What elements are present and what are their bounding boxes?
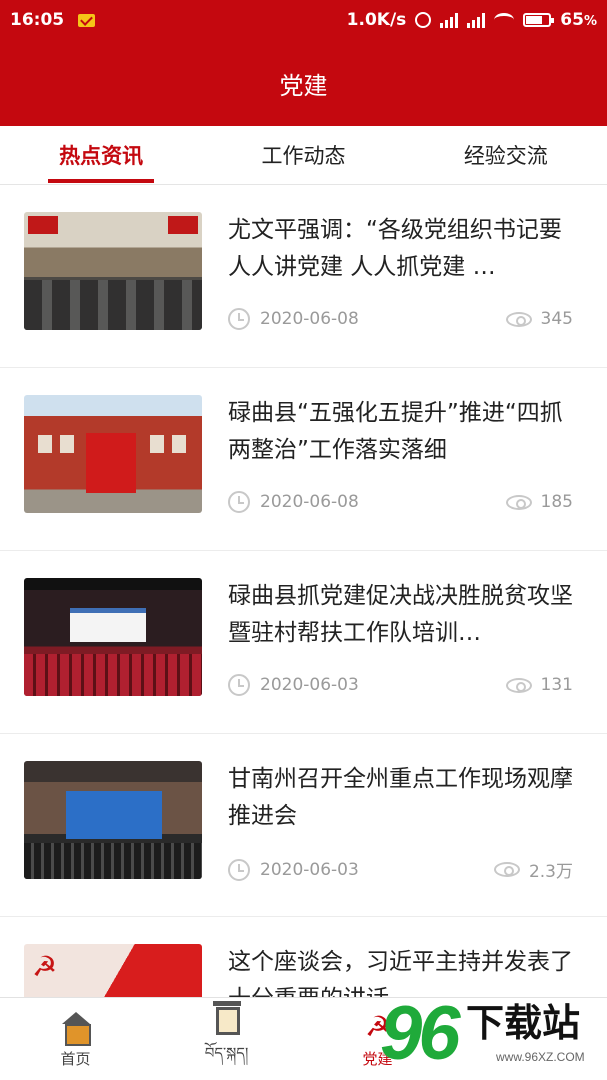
news-views: 185	[505, 492, 573, 512]
news-meta: 2020-06-03 131	[228, 674, 583, 696]
battery-icon	[523, 13, 555, 27]
news-item[interactable]: 碌曲县抓党建促决战决胜脱贫攻坚暨驻村帮扶工作队培训… 2020-06-03 13…	[0, 551, 607, 734]
eye-icon	[505, 311, 532, 327]
category-tabs: 热点资讯 工作动态 经验交流	[0, 126, 607, 185]
bottom-nav: 首页 བོད་སྐད། ☭ 党建	[0, 997, 607, 1080]
status-bar: 16:05 1.0K/s 65%	[0, 0, 607, 40]
view-count: 131	[540, 675, 573, 695]
news-date: 2020-06-08	[260, 309, 359, 329]
news-thumbnail	[24, 395, 202, 513]
tab-hot-news[interactable]: 热点资讯	[0, 126, 202, 184]
signal-icon	[440, 12, 459, 28]
nav-home[interactable]: 首页	[0, 998, 151, 1080]
news-title: 尤文平强调：“各级党组织书记要人人讲党建 人人抓党建 …	[228, 217, 562, 280]
nav-label: 党建	[362, 1049, 393, 1068]
news-meta: 2020-06-03 2.3万	[228, 857, 583, 882]
nav-label: 首页	[60, 1049, 91, 1068]
news-views: 345	[505, 309, 573, 329]
news-views: 2.3万	[493, 857, 573, 882]
clock-icon	[228, 858, 250, 881]
news-item[interactable]: 尤文平强调：“各级党组织书记要人人讲党建 人人抓党建 … 2020-06-08 …	[0, 185, 607, 368]
news-thumbnail	[24, 212, 202, 330]
tab-experience[interactable]: 经验交流	[405, 126, 607, 184]
news-title: 甘南州召开全州重点工作现场观摩推进会	[228, 766, 573, 829]
nav-label: བོད་སྐད།	[204, 1044, 249, 1062]
news-meta: 2020-06-08 345	[228, 308, 583, 330]
news-date: 2020-06-08	[260, 492, 359, 512]
view-count: 345	[540, 309, 573, 329]
status-indicators: 1.0K/s 65%	[347, 10, 597, 30]
clock-icon	[228, 308, 250, 330]
mail-notification-icon	[78, 13, 96, 27]
news-date: 2020-06-03	[260, 859, 359, 880]
eye-icon	[505, 677, 532, 693]
news-meta: 2020-06-08 185	[228, 491, 583, 513]
home-icon	[59, 1010, 93, 1046]
view-count: 2.3万	[528, 862, 573, 882]
status-time: 16:05	[10, 10, 65, 30]
news-item[interactable]: 甘南州召开全州重点工作现场观摩推进会 2020-06-03 2.3万	[0, 734, 607, 917]
temple-icon	[210, 999, 244, 1035]
news-thumbnail	[24, 761, 202, 879]
nav-party[interactable]: ☭ 党建	[302, 998, 453, 1080]
eye-icon	[493, 862, 520, 877]
clock-icon	[228, 491, 250, 513]
news-item[interactable]: 碌曲县“五强化五提升”推进“四抓两整治”工作落实落细 2020-06-08 18…	[0, 368, 607, 551]
network-speed: 1.0K/s	[346, 10, 407, 30]
news-date: 2020-06-03	[260, 675, 359, 695]
news-title: 碌曲县“五强化五提升”推进“四抓两整治”工作落实落细	[228, 400, 563, 463]
page-title: 党建	[279, 71, 328, 100]
news-list: 尤文平强调：“各级党组织书记要人人讲党建 人人抓党建 … 2020-06-08 …	[0, 185, 607, 1080]
battery-level: 65%	[560, 10, 597, 30]
wifi-icon	[494, 13, 515, 27]
clock-icon	[228, 674, 250, 696]
eye-icon	[505, 494, 532, 510]
nav-tibetan[interactable]: བོད་སྐད།	[151, 998, 302, 1080]
tab-work-news[interactable]: 工作动态	[202, 126, 404, 184]
news-title: 碌曲县抓党建促决战决胜脱贫攻坚暨驻村帮扶工作队培训…	[228, 583, 573, 646]
party-emblem-icon: ☭	[364, 1009, 391, 1043]
news-thumbnail	[24, 578, 202, 696]
signal-hd-icon	[467, 12, 486, 28]
view-count: 185	[540, 492, 573, 512]
app-header: 党建	[0, 40, 607, 126]
alarm-icon	[415, 12, 432, 28]
news-views: 131	[505, 675, 573, 695]
